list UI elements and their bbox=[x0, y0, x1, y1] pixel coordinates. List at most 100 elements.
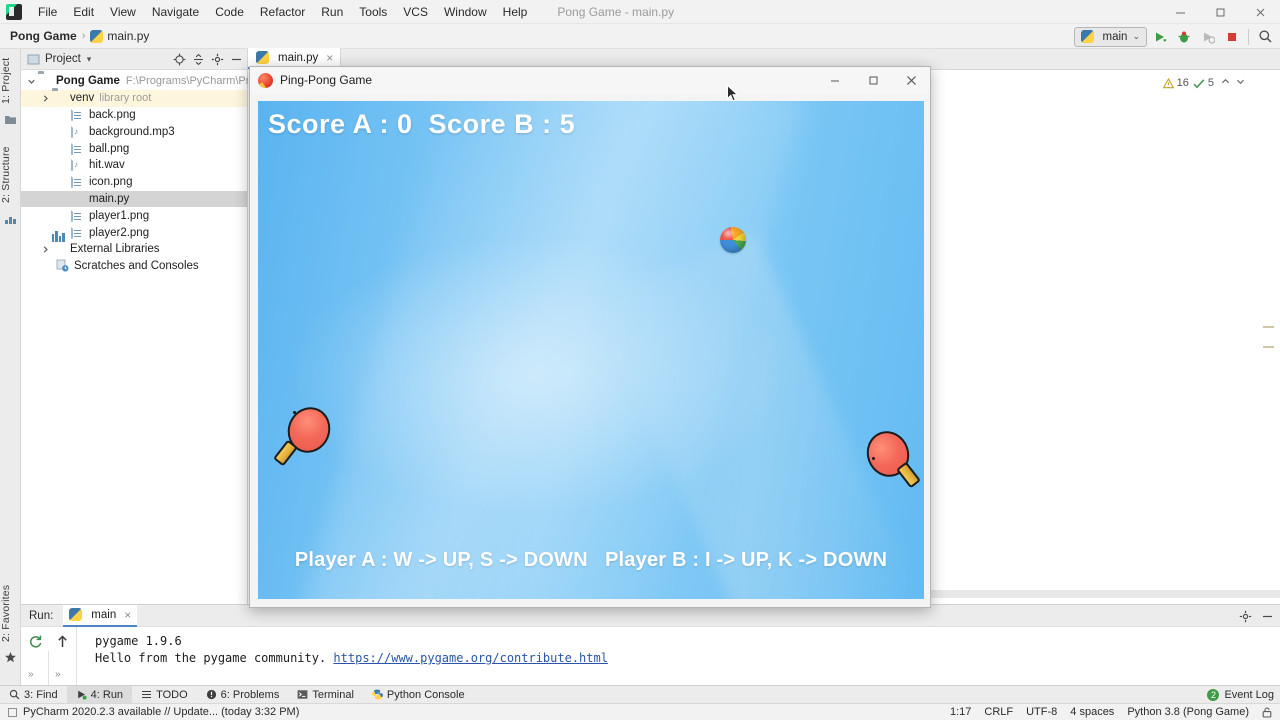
tree-item-external-libraries[interactable]: External Libraries bbox=[21, 231, 247, 258]
sidebar-item-structure[interactable]: 2: Structure bbox=[0, 141, 21, 209]
chevron-down-icon[interactable] bbox=[1235, 76, 1246, 90]
python-interpreter[interactable]: Python 3.8 (Pong Game) bbox=[1127, 706, 1249, 718]
main-titlebar: File Edit View Navigate Code Refactor Ru… bbox=[0, 0, 1280, 24]
menu-item-edit[interactable]: Edit bbox=[65, 2, 102, 22]
breadcrumb-project[interactable]: Pong Game bbox=[10, 29, 77, 43]
minimize-icon[interactable] bbox=[816, 67, 854, 93]
close-icon[interactable] bbox=[1240, 0, 1280, 24]
project-icon bbox=[27, 54, 40, 64]
minimize-icon[interactable] bbox=[1160, 0, 1200, 24]
rerun-icon[interactable] bbox=[25, 631, 45, 651]
hide-panel-icon[interactable] bbox=[1258, 607, 1276, 625]
lock-icon[interactable] bbox=[1262, 706, 1272, 718]
menu-item-refactor[interactable]: Refactor bbox=[252, 2, 313, 22]
sidebar-item-project[interactable]: 1: Project bbox=[0, 53, 21, 109]
chevron-down-icon[interactable] bbox=[25, 75, 38, 88]
chevron-up-icon[interactable] bbox=[1220, 76, 1231, 90]
caret-position[interactable]: 1:17 bbox=[950, 706, 971, 718]
encoding[interactable]: UTF-8 bbox=[1026, 706, 1057, 718]
inspection-widget[interactable]: 16 5 bbox=[1162, 76, 1246, 90]
chevron-right-icon[interactable] bbox=[39, 92, 52, 105]
audio-file-icon: ♪ bbox=[71, 123, 85, 139]
tree-item-icon-png[interactable]: icon.png bbox=[21, 174, 247, 191]
bottom-tab-label: Terminal bbox=[312, 688, 354, 701]
todo-icon bbox=[142, 691, 152, 698]
run-console-output[interactable]: pygame 1.9.6 Hello from the pygame commu… bbox=[79, 627, 1280, 686]
tree-item-scratches[interactable]: Scratches and Consoles bbox=[21, 258, 247, 275]
scroll-up-icon[interactable] bbox=[52, 631, 72, 651]
menu-item-run[interactable]: Run bbox=[313, 2, 351, 22]
bottom-tab-todo[interactable]: TODO bbox=[132, 686, 197, 704]
pygame-contribute-link[interactable]: https://www.pygame.org/contribute.html bbox=[333, 651, 608, 665]
stop-icon[interactable] bbox=[1221, 26, 1243, 48]
bottom-tab-run[interactable]: 4: Run bbox=[66, 685, 133, 704]
run-icon[interactable] bbox=[1149, 26, 1171, 48]
coverage-icon[interactable] bbox=[1197, 26, 1219, 48]
status-notification[interactable]: PyCharm 2020.2.3 available // Update... … bbox=[0, 706, 299, 718]
target-icon[interactable] bbox=[170, 51, 188, 69]
tree-item-player1-png[interactable]: player1.png bbox=[21, 207, 247, 224]
close-icon[interactable]: × bbox=[124, 608, 131, 622]
gear-icon[interactable] bbox=[208, 51, 226, 69]
navigation-bar: Pong Game › main.py main ⌄ bbox=[0, 24, 1280, 49]
tree-item-ball-png[interactable]: ball.png bbox=[21, 140, 247, 157]
menu-item-view[interactable]: View bbox=[102, 2, 144, 22]
project-panel-toolbar bbox=[170, 49, 245, 70]
breadcrumb-file[interactable]: main.py bbox=[90, 29, 149, 43]
expand-gutter-button[interactable]: » bbox=[28, 669, 34, 680]
event-log-button[interactable]: 2 Event Log bbox=[1207, 686, 1274, 704]
search-icon[interactable] bbox=[1254, 26, 1276, 48]
tree-item-venv[interactable]: venv library root bbox=[21, 89, 247, 107]
expand-gutter-button-2[interactable]: » bbox=[55, 669, 61, 680]
menu-item-tools[interactable]: Tools bbox=[351, 2, 395, 22]
menu-item-window[interactable]: Window bbox=[436, 2, 495, 22]
close-icon[interactable] bbox=[892, 67, 930, 93]
menu-item-help[interactable]: Help bbox=[495, 2, 536, 22]
hide-panel-icon[interactable] bbox=[227, 51, 245, 69]
paddle-dot bbox=[872, 457, 875, 460]
tree-item-label: player2.png bbox=[89, 226, 150, 239]
game-canvas[interactable]: Score A : 0 Score B : 5 Player A : W -> … bbox=[258, 101, 924, 599]
tree-item-label: ball.png bbox=[89, 142, 130, 155]
breadcrumb-file-label: main.py bbox=[107, 29, 150, 43]
bug-icon[interactable] bbox=[1173, 26, 1195, 48]
tree-item-main-py[interactable]: main.py bbox=[21, 190, 247, 208]
bottom-tab-terminal[interactable]: Terminal bbox=[288, 686, 363, 704]
menu-item-navigate[interactable]: Navigate bbox=[144, 2, 207, 22]
bottom-tab-find[interactable]: 3: Find bbox=[0, 686, 67, 704]
maximize-icon[interactable] bbox=[854, 67, 892, 93]
run-configuration-label: main bbox=[1102, 30, 1128, 43]
status-bar-right: 1:17 CRLF UTF-8 4 spaces Python 3.8 (Pon… bbox=[950, 706, 1272, 718]
maximize-icon[interactable] bbox=[1200, 0, 1240, 24]
sidebar-item-favorites[interactable]: 2: Favorites bbox=[0, 579, 21, 647]
python-file-icon bbox=[69, 608, 83, 621]
tree-item-label: Pong Game bbox=[56, 75, 120, 88]
typo-count-chip: 5 bbox=[1193, 77, 1214, 89]
bottom-tab-problems[interactable]: 6: Problems bbox=[197, 686, 289, 704]
chevron-right-icon[interactable] bbox=[39, 243, 52, 256]
typo-check-icon bbox=[1193, 78, 1205, 88]
editor-horizontal-scrollbar[interactable] bbox=[928, 590, 1280, 598]
indent-setting[interactable]: 4 spaces bbox=[1070, 706, 1114, 718]
game-window: Ping-Pong Game Score A : 0 Score B : 5 P… bbox=[249, 66, 931, 608]
tree-item-back-png[interactable]: back.png bbox=[21, 106, 247, 124]
python-file-icon bbox=[90, 29, 104, 43]
close-icon[interactable]: × bbox=[326, 51, 333, 65]
line-separator[interactable]: CRLF bbox=[984, 706, 1013, 718]
tree-item-background-mp3[interactable]: ♪ background.mp3 bbox=[21, 123, 247, 140]
chevron-down-icon[interactable]: ▾ bbox=[87, 54, 92, 65]
menu-item-file[interactable]: File bbox=[30, 2, 65, 22]
run-icon bbox=[77, 690, 87, 700]
run-configuration-selector[interactable]: main ⌄ bbox=[1073, 26, 1147, 47]
menu-item-vcs[interactable]: VCS bbox=[395, 2, 436, 22]
gear-icon[interactable] bbox=[1236, 607, 1254, 625]
run-tab-main[interactable]: main × bbox=[63, 604, 138, 627]
bottom-tab-label: TODO bbox=[156, 688, 188, 701]
menu-item-code[interactable]: Code bbox=[207, 2, 252, 22]
console-line-2-text: Hello from the pygame community. bbox=[95, 651, 334, 665]
collapse-all-icon[interactable] bbox=[189, 51, 207, 69]
editor-tab-label: main.py bbox=[278, 51, 319, 64]
bottom-tab-python-console[interactable]: Python Console bbox=[363, 686, 474, 704]
tree-item-hit-wav[interactable]: ♪ hit.wav bbox=[21, 157, 247, 174]
project-tool-window: Project ▾ Pong Game F:\Programs\PyCharm\… bbox=[21, 49, 281, 604]
